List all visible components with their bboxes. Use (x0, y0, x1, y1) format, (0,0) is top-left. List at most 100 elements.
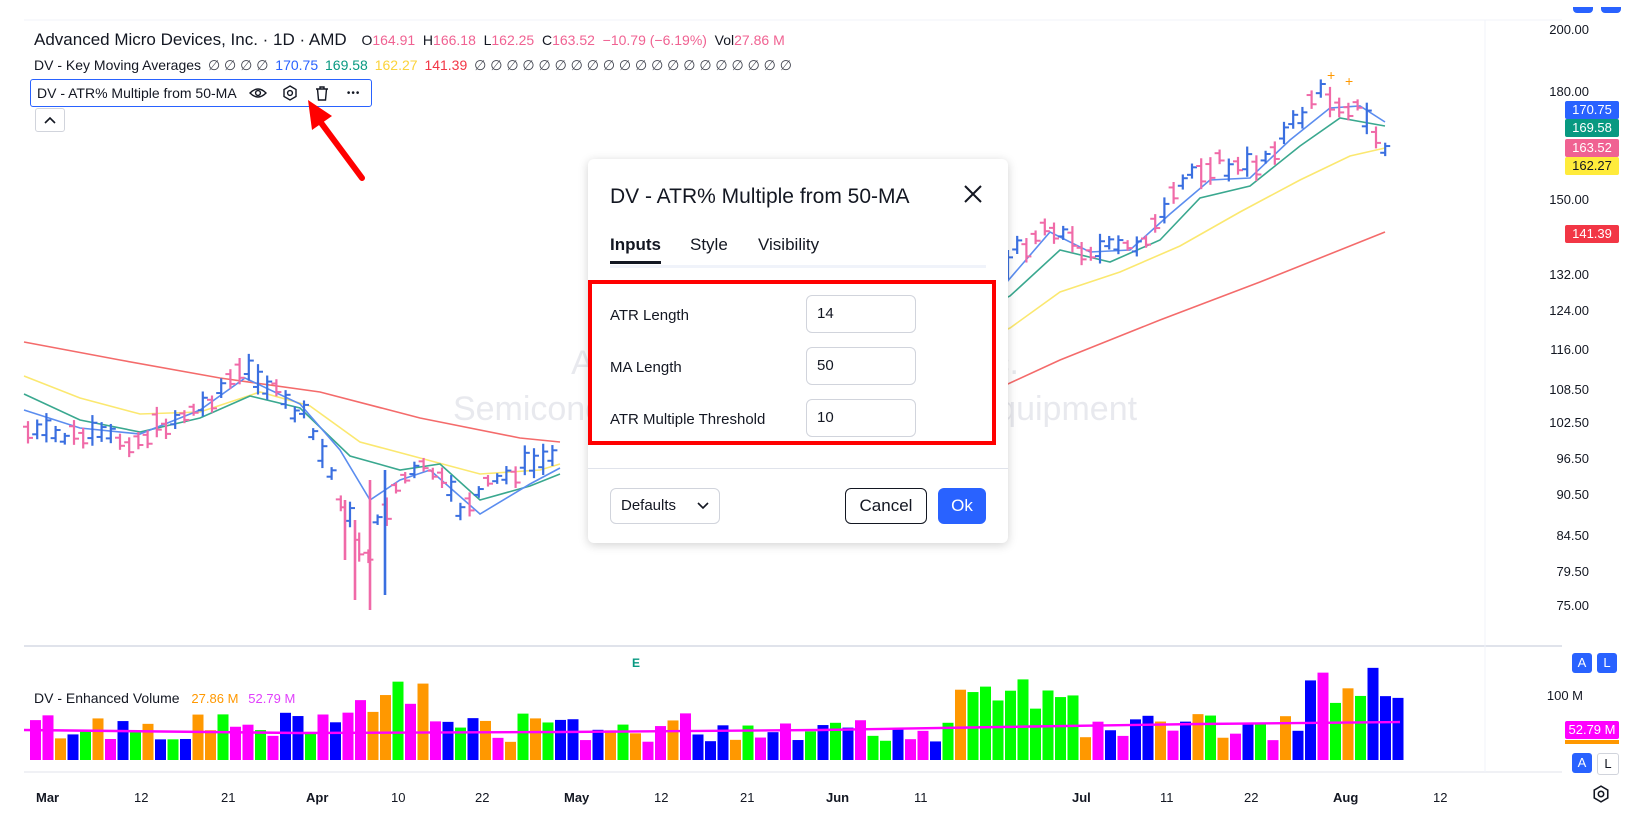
ma-empty-values: ∅ ∅ ∅ ∅ (207, 57, 269, 73)
indicator-settings-dialog[interactable]: DV - ATR% Multiple from 50-MA Inputs Sty… (588, 159, 1008, 543)
volume-bar (280, 712, 291, 760)
ma-empty-values-2: ∅ ∅ ∅ ∅ ∅ ∅ ∅ ∅ ∅ ∅ ∅ ∅ ∅ ∅ ∅ ∅ ∅ ∅ ∅ ∅ (474, 57, 792, 73)
volume-bar (1030, 708, 1041, 760)
price-axis-label: 90.50 (1556, 487, 1589, 502)
time-axis-label: Jun (826, 790, 850, 805)
volume-bar (855, 720, 866, 760)
volume-bar (1242, 724, 1254, 760)
tab-inputs[interactable]: Inputs (610, 235, 661, 264)
time-axis-label: Apr (306, 790, 329, 805)
collapse-legend-button[interactable] (35, 108, 65, 132)
volume-value: 27.86 M (734, 32, 785, 48)
atr-length-label: ATR Length (610, 307, 689, 324)
volume-bar (917, 730, 929, 760)
auto-scale-button[interactable]: A (1572, 653, 1592, 673)
volume-bar (692, 734, 704, 760)
volume-bar (630, 733, 641, 760)
ma-length-input[interactable]: 50 (806, 347, 916, 385)
time-axis-label: 12 (654, 790, 669, 805)
settings-gear-icon[interactable] (1592, 785, 1610, 808)
time-axis-label: 22 (1244, 790, 1259, 805)
volume-bar (880, 740, 891, 760)
volume-bar (792, 740, 804, 760)
volume-bar (730, 739, 741, 760)
indicator-name: DV - ATR% Multiple from 50-MA (37, 85, 237, 101)
gear-icon[interactable] (279, 82, 301, 104)
close-icon[interactable] (960, 183, 986, 209)
symbol-legend[interactable]: Advanced Micro Devices, Inc. · 1D · AMD … (34, 30, 788, 50)
time-axis-label: Aug (1333, 790, 1359, 805)
volume-label: Vol (714, 32, 735, 48)
volume-bar (1305, 680, 1316, 760)
volume-bar (1055, 697, 1066, 760)
price-tag: 141.39 (1565, 225, 1619, 243)
dialog-tabs: Inputs Style Visibility (610, 235, 986, 268)
volume-bar (505, 741, 516, 760)
volume-bar (167, 739, 179, 760)
volume-bar (1117, 735, 1129, 760)
volume-bar (767, 732, 779, 760)
red-arrow-annotation (300, 96, 370, 191)
volume-bar (617, 724, 629, 760)
price-axis-label: 132.00 (1549, 267, 1589, 282)
volume-bar (1217, 737, 1229, 760)
cancel-button[interactable]: Cancel (845, 488, 927, 524)
volume-bar (1392, 697, 1404, 760)
volume-bar (1367, 667, 1379, 760)
price-axis-label: 96.50 (1556, 451, 1589, 466)
volume-bar (142, 723, 154, 760)
volume-bar (680, 713, 691, 760)
volume-bar (1080, 737, 1091, 760)
volume-bar (1342, 688, 1354, 760)
eye-icon[interactable] (247, 82, 269, 104)
time-axis-label: 12 (134, 790, 149, 805)
volume-bar (417, 683, 429, 760)
volume-log-scale-button[interactable]: L (1597, 753, 1619, 775)
volume-bar (755, 737, 766, 760)
time-axis-label: 10 (391, 790, 406, 805)
volume-bar (67, 734, 79, 760)
volume-bar (55, 738, 66, 760)
time-axis-label: 21 (740, 790, 755, 805)
volume-bar (30, 720, 41, 760)
volume-bar (442, 721, 454, 760)
log-scale-button[interactable]: L (1597, 653, 1617, 673)
volume-bar (580, 740, 591, 760)
time-axis-label: Jul (1072, 790, 1091, 805)
chevron-down-icon (697, 489, 709, 523)
volume-axis-top: 100 M (1546, 688, 1583, 703)
volume-bar (205, 730, 216, 760)
time-axis-label: 11 (1160, 790, 1174, 805)
price-tag: 170.75 (1565, 101, 1619, 119)
atr-threshold-input[interactable]: 10 (806, 399, 916, 437)
price-axis-label: 75.00 (1556, 598, 1589, 613)
volume-bar (905, 739, 916, 760)
time-axis-label: 11 (914, 790, 928, 805)
dialog-title: DV - ATR% Multiple from 50-MA (610, 185, 910, 208)
ma-legend[interactable]: DV - Key Moving Averages ∅ ∅ ∅ ∅ 170.75 … (34, 57, 795, 74)
volume-bar (342, 712, 354, 760)
volume-bar (1180, 721, 1191, 760)
volume-bar (267, 735, 279, 760)
volume-bar (892, 729, 904, 760)
volume-legend[interactable]: DV - Enhanced Volume 27.86 M 52.79 M (34, 690, 295, 706)
volume-bar (192, 714, 204, 760)
defaults-dropdown[interactable]: Defaults (610, 488, 720, 524)
volume-bar (805, 731, 816, 760)
time-axis-label: May (564, 790, 590, 805)
price-axis-label: 108.50 (1549, 382, 1589, 397)
volume-bar (867, 735, 879, 760)
volume-bar (1317, 672, 1329, 760)
open-value: 164.91 (372, 32, 416, 48)
tab-style[interactable]: Style (690, 235, 728, 261)
volume-bar (155, 739, 166, 760)
volume-auto-scale-button[interactable]: A (1572, 753, 1592, 773)
earnings-marker[interactable]: E (632, 656, 640, 670)
ok-button[interactable]: Ok (938, 488, 986, 524)
volume-bar (1192, 714, 1204, 760)
price-tag: 163.52 (1565, 139, 1619, 157)
tab-visibility[interactable]: Visibility (758, 235, 819, 261)
atr-threshold-label: ATR Multiple Threshold (610, 411, 766, 428)
volume-tag-underline (1565, 740, 1619, 744)
atr-length-input[interactable]: 14 (806, 295, 916, 333)
